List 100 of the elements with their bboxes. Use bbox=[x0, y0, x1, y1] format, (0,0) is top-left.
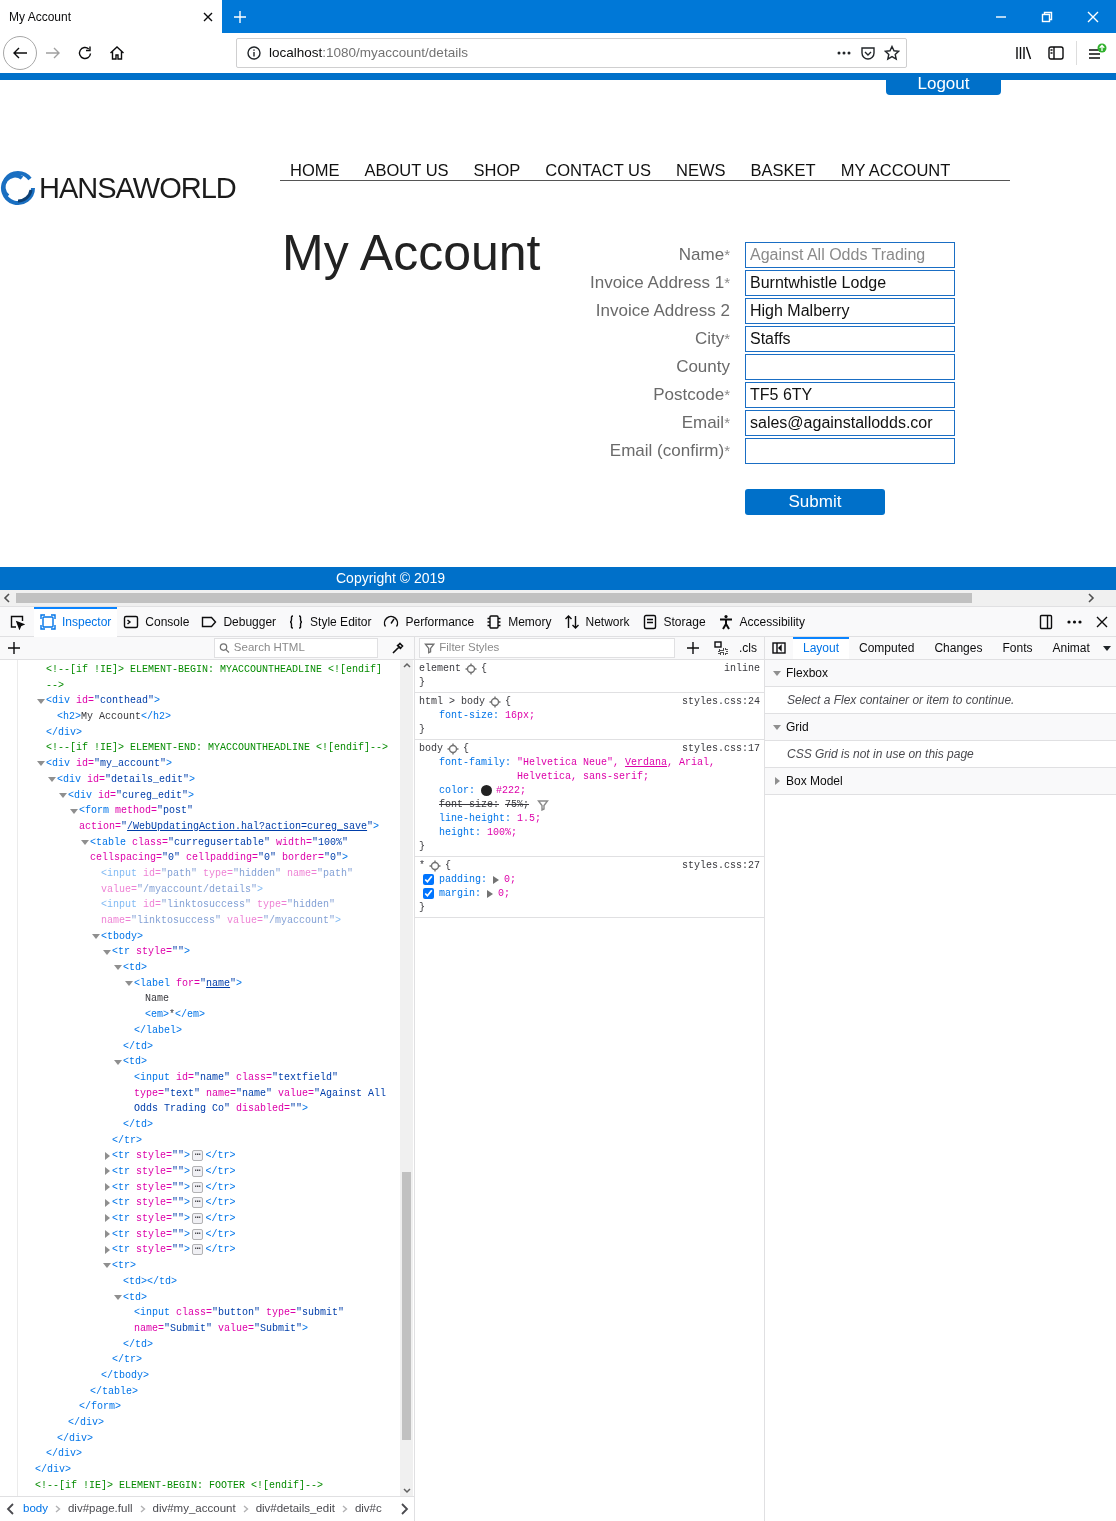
css-property[interactable]: font-family: bbox=[439, 756, 511, 770]
css-property[interactable]: font-size: bbox=[439, 798, 499, 812]
markup-line[interactable]: <div id="conthead"> bbox=[46, 695, 161, 707]
devtools-tab[interactable]: Storage bbox=[635, 607, 712, 637]
markup-line[interactable]: <tr style=""> bbox=[112, 1228, 191, 1240]
markup-line[interactable]: type="text" name="name" value="Against All bbox=[134, 1087, 387, 1099]
rule-source[interactable]: inline bbox=[724, 662, 760, 676]
markup-line[interactable]: <tr style=""> bbox=[112, 1181, 191, 1193]
css-value[interactable]: 100%; bbox=[487, 826, 760, 840]
disclosure-triangle-icon[interactable] bbox=[113, 1292, 123, 1301]
text-field[interactable]: High Malberry bbox=[745, 298, 955, 324]
rule-source[interactable]: styles.css:24 bbox=[682, 695, 760, 709]
crosshair-icon[interactable] bbox=[447, 743, 459, 755]
markup-line[interactable]: </td> bbox=[123, 1040, 153, 1052]
markup-line[interactable]: <div id="details_edit"> bbox=[57, 773, 196, 785]
markup-line[interactable]: <tr style=""> bbox=[112, 1213, 191, 1225]
markup-line[interactable]: </div> bbox=[57, 1432, 93, 1444]
css-property[interactable]: line-height: bbox=[439, 812, 511, 826]
markup-line[interactable]: --> bbox=[46, 679, 64, 691]
search-input[interactable]: Search HTML bbox=[233, 639, 373, 657]
markup-line[interactable]: <tr style=""> bbox=[112, 1197, 191, 1209]
markup-line[interactable]: </tr> bbox=[205, 1150, 236, 1162]
disclosure-triangle-icon[interactable] bbox=[102, 1183, 112, 1192]
markup-line[interactable]: <label for="name"> bbox=[134, 977, 243, 989]
disclosure-triangle-icon[interactable] bbox=[36, 696, 46, 705]
disclosure-triangle-icon[interactable] bbox=[124, 979, 134, 988]
address-bar[interactable]: localhost:1080/myaccount/details bbox=[236, 38, 907, 68]
crosshair-icon[interactable] bbox=[489, 696, 501, 708]
disclosure-triangle-icon[interactable] bbox=[113, 1057, 123, 1066]
markup-line[interactable]: <table class="curregusertable" width="100%" bbox=[90, 836, 349, 848]
markup-line[interactable]: <input id="name" class="textfield" bbox=[134, 1071, 339, 1083]
markup-line[interactable]: </div> bbox=[68, 1417, 104, 1428]
markup-line[interactable]: <tr style=""> bbox=[112, 946, 191, 958]
nav-link[interactable]: HOME bbox=[290, 161, 340, 180]
markup-line[interactable]: </tr> bbox=[205, 1166, 236, 1177]
markup-line[interactable]: </td> bbox=[123, 1338, 153, 1350]
devtools-tab[interactable]: Style Editor bbox=[282, 607, 378, 637]
markup-line[interactable]: </tr> bbox=[112, 1354, 142, 1366]
sidebar-tab[interactable]: Fonts bbox=[992, 637, 1043, 659]
css-property[interactable]: margin: bbox=[439, 887, 481, 901]
breadcrumb[interactable]: div#page.full bbox=[67, 1500, 133, 1518]
css-value[interactable]: #222; bbox=[496, 784, 760, 798]
markup-line[interactable]: <td> bbox=[123, 1291, 147, 1303]
markup-line[interactable]: <td> bbox=[123, 1056, 147, 1068]
markup-line[interactable]: </tr> bbox=[205, 1228, 236, 1240]
disclosure-triangle-icon[interactable] bbox=[102, 1214, 112, 1223]
text-field[interactable] bbox=[745, 354, 955, 380]
markup-line[interactable]: name="Submit" value="Submit"> bbox=[134, 1322, 309, 1334]
css-property[interactable]: padding: bbox=[439, 873, 487, 887]
markup-line[interactable]: <!--[if !IE]> ELEMENT-BEGIN: FOOTER <![endif]--> bbox=[35, 1479, 324, 1491]
rule-source[interactable]: styles.css:27 bbox=[682, 859, 760, 873]
filter-field[interactable]: Filter Styles bbox=[419, 638, 675, 658]
expand-children-button[interactable]: ⋯ bbox=[192, 1165, 204, 1177]
devtools-tab[interactable]: Console bbox=[117, 607, 196, 637]
disclosure-triangle-icon[interactable] bbox=[58, 790, 68, 799]
nav-link[interactable]: NEWS bbox=[676, 161, 726, 180]
markup-line[interactable]: </tr> bbox=[205, 1181, 236, 1193]
markup-line[interactable]: </tr> bbox=[205, 1213, 236, 1225]
section-title[interactable]: Flexbox bbox=[786, 664, 829, 682]
markup-line[interactable]: <tr style=""> bbox=[112, 1244, 191, 1256]
css-value[interactable]: 0; bbox=[498, 887, 760, 901]
markup-line[interactable]: </label> bbox=[134, 1024, 182, 1036]
text-field[interactable]: Staffs bbox=[745, 326, 955, 352]
markup-line[interactable]: <tr style=""> bbox=[112, 1150, 191, 1162]
markup-line[interactable]: Name bbox=[145, 993, 169, 1005]
markup-line[interactable]: <form method="post" bbox=[79, 805, 194, 817]
breadcrumb[interactable]: body bbox=[23, 1500, 48, 1518]
expand-children-button[interactable]: ⋯ bbox=[192, 1181, 204, 1193]
markup-line[interactable]: </tbody> bbox=[101, 1369, 149, 1381]
disclosure-triangle-icon[interactable] bbox=[113, 963, 123, 972]
cls-button[interactable]: .cls bbox=[735, 637, 761, 659]
disclosure-triangle-icon[interactable] bbox=[102, 947, 112, 956]
markup-line[interactable]: </tr> bbox=[205, 1244, 236, 1256]
rule-selector[interactable]: html > body bbox=[419, 695, 485, 709]
disclosure-triangle-icon[interactable] bbox=[102, 1198, 112, 1207]
crumb-left-icon[interactable] bbox=[6, 1502, 16, 1516]
markup-line[interactable]: </td> bbox=[123, 1118, 153, 1130]
markup-line[interactable]: <tr> bbox=[112, 1260, 136, 1272]
filter-icon[interactable] bbox=[537, 799, 550, 811]
markup-line[interactable]: </tr> bbox=[205, 1197, 236, 1209]
markup-line[interactable]: <!--[if !IE]> ELEMENT-END: MYACCOUNTHEADLINE <![endif]--> bbox=[46, 742, 389, 754]
close-icon[interactable] bbox=[202, 10, 214, 23]
scrollbar-thumb[interactable] bbox=[402, 1172, 411, 1440]
breadcrumb[interactable]: div#my_account bbox=[152, 1500, 236, 1518]
css-property[interactable]: color: bbox=[439, 784, 475, 798]
css-value[interactable]: "Helvetica Neue", Verdana, Arial, Helvetica, sans-serif; bbox=[517, 756, 760, 784]
devtools-tab[interactable]: Memory bbox=[480, 607, 558, 637]
section-toggle-icon[interactable] bbox=[773, 669, 781, 677]
disclosure-triangle-icon[interactable] bbox=[69, 806, 79, 815]
devtools-tab[interactable]: Accessibility bbox=[711, 607, 811, 637]
devtools-tab[interactable]: Network bbox=[557, 607, 636, 637]
disclosure-triangle-icon[interactable] bbox=[102, 1151, 112, 1160]
nav-link[interactable]: MY ACCOUNT bbox=[840, 161, 951, 180]
text-field[interactable]: TF5 6TY bbox=[745, 382, 955, 408]
devtools-tab[interactable]: Performance bbox=[377, 607, 481, 637]
expand-children-button[interactable]: ⋯ bbox=[192, 1150, 204, 1162]
css-property[interactable]: height: bbox=[439, 826, 481, 840]
disclosure-triangle-icon[interactable] bbox=[102, 1230, 112, 1239]
pocket-icon[interactable] bbox=[860, 45, 876, 61]
disclosure-triangle-icon[interactable] bbox=[36, 759, 46, 768]
